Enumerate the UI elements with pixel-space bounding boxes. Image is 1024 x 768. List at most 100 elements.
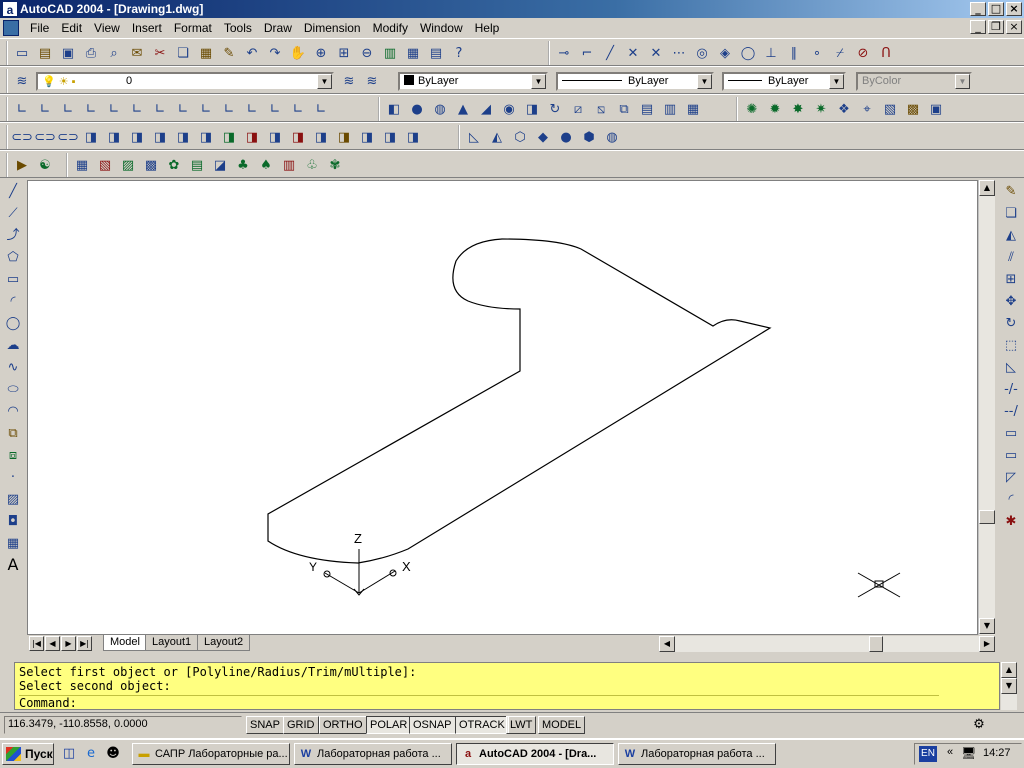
distance-snap-icon[interactable]: ⊸ — [553, 42, 575, 64]
maximize-button[interactable]: □ — [988, 2, 1004, 16]
command-scrollbar[interactable]: ▲ ▼ — [1001, 662, 1017, 710]
move-faces-icon[interactable]: ◨ — [103, 126, 125, 148]
paste-icon[interactable]: ▦ — [195, 42, 217, 64]
next-tab-icon[interactable]: ▶ — [61, 636, 76, 651]
publish-icon[interactable]: ✉ — [126, 42, 148, 64]
fog-icon[interactable]: ▩ — [902, 98, 924, 120]
section-icon[interactable]: ⧅ — [590, 98, 612, 120]
vertical-scroll-thumb[interactable] — [979, 510, 995, 524]
undo-icon[interactable]: ↶ — [241, 42, 263, 64]
move-icon[interactable]: ✥ — [1000, 290, 1022, 312]
insert-block-icon[interactable]: ⧉ — [2, 422, 24, 444]
break-at-point-icon[interactable]: ▭ — [1000, 422, 1022, 444]
landscape-edit-icon[interactable]: ◪ — [209, 154, 231, 176]
print-icon[interactable]: ⎙ — [80, 42, 102, 64]
separate-icon[interactable]: ◨ — [356, 126, 378, 148]
apply-ucs-icon[interactable]: ∟ — [310, 98, 332, 120]
color-edges-icon[interactable]: ◨ — [287, 126, 309, 148]
ortho-toggle[interactable]: ORTHO — [319, 716, 367, 734]
horizontal-scrollbar[interactable]: ◀ ▶ — [659, 636, 995, 652]
offset-icon[interactable]: ⫽ — [1000, 246, 1022, 268]
autocad-app-icon[interactable]: a — [2, 1, 18, 17]
save-icon[interactable]: ▣ — [57, 42, 79, 64]
task-word-2[interactable]: W Лабораторная работа ... — [618, 743, 776, 765]
drawing-area[interactable]: Z Y X — [27, 180, 978, 635]
2d-wireframe-icon[interactable]: ◺ — [463, 126, 485, 148]
scale-icon[interactable]: ⬚ — [1000, 334, 1022, 356]
doc-restore-button[interactable]: ❐ — [988, 20, 1004, 34]
scenes-icon[interactable]: ✹ — [764, 98, 786, 120]
cut-icon[interactable]: ✂ — [149, 42, 171, 64]
design-center-icon[interactable]: ▦ — [402, 42, 424, 64]
internet-explorer-icon[interactable]: e — [82, 745, 100, 763]
intersect-icon[interactable]: ⊂⊃ — [57, 126, 79, 148]
3d-wireframe-icon[interactable]: ◭ — [486, 126, 508, 148]
doc-minimize-button[interactable]: _ — [970, 20, 986, 34]
setup-view-icon[interactable]: ▥ — [659, 98, 681, 120]
mapping-icon[interactable]: ⌖ — [856, 98, 878, 120]
imprint-icon[interactable]: ◨ — [310, 126, 332, 148]
vertical-scrollbar[interactable]: ▲ ▼ — [978, 180, 995, 635]
tangent-snap-icon[interactable]: ◯ — [737, 42, 759, 64]
scroll-up-icon[interactable]: ▲ — [979, 180, 995, 196]
clock[interactable]: 14:27 — [983, 747, 1011, 759]
lineweight-dropdown[interactable]: ByLayer ▼ — [722, 72, 846, 91]
node-snap-icon[interactable]: ∘ — [806, 42, 828, 64]
color-faces-icon[interactable]: ◨ — [241, 126, 263, 148]
scroll-right-icon[interactable]: ▶ — [979, 636, 995, 652]
perpendicular-snap-icon[interactable]: ⊥ — [760, 42, 782, 64]
materials-library-icon[interactable]: ❖ — [833, 98, 855, 120]
close-button[interactable]: × — [1006, 2, 1022, 16]
print-preview-icon[interactable]: ⌕ — [103, 42, 125, 64]
circle-icon[interactable]: ◯ — [2, 312, 24, 334]
extrude-faces-icon[interactable]: ◨ — [80, 126, 102, 148]
gouraud-edges-icon[interactable]: ◍ — [601, 126, 623, 148]
polyline-icon[interactable]: ⤴ — [2, 224, 24, 246]
horizontal-scroll-thumb[interactable] — [869, 636, 883, 652]
rotate-faces-icon[interactable]: ◨ — [172, 126, 194, 148]
z-rotate-ucs-icon[interactable]: ∟ — [287, 98, 309, 120]
document-icon[interactable] — [3, 20, 19, 36]
scroll-down-icon[interactable]: ▼ — [1001, 678, 1017, 694]
lwt-toggle[interactable]: LWT — [506, 716, 537, 734]
properties-icon[interactable]: ▥ — [379, 42, 401, 64]
pan-icon[interactable]: ✋ — [287, 42, 309, 64]
midpoint-snap-icon[interactable]: ╱ — [599, 42, 621, 64]
region-icon[interactable]: ◘ — [2, 510, 24, 532]
chevron-down-icon[interactable]: ▼ — [317, 74, 332, 89]
menu-dimension[interactable]: Dimension — [298, 20, 367, 36]
match-properties-icon[interactable]: ✎ — [218, 42, 240, 64]
communication-center-icon[interactable]: ⚙ — [968, 716, 990, 734]
mirror-icon[interactable]: ◭ — [1000, 224, 1022, 246]
menu-file[interactable]: File — [24, 20, 55, 36]
task-word-1[interactable]: W Лабораторная работа ... — [294, 743, 452, 765]
make-block-icon[interactable]: ⧈ — [2, 444, 24, 466]
menu-help[interactable]: Help — [469, 20, 506, 36]
y-rotate-ucs-icon[interactable]: ∟ — [264, 98, 286, 120]
rotate-icon[interactable]: ↻ — [1000, 312, 1022, 334]
rectangle-icon[interactable]: ▭ — [2, 268, 24, 290]
snap-none-icon[interactable]: ⊘ — [852, 42, 874, 64]
nearest-snap-icon[interactable]: ⌿ — [829, 42, 851, 64]
image-quality-icon[interactable]: ✿ — [163, 154, 185, 176]
ucs-icon[interactable]: ∟ — [11, 98, 33, 120]
background-icon[interactable]: ▧ — [879, 98, 901, 120]
menu-format[interactable]: Format — [168, 20, 218, 36]
revision-cloud-icon[interactable]: ☁ — [2, 334, 24, 356]
flat-edges-icon[interactable]: ⬢ — [578, 126, 600, 148]
statistics-icon[interactable]: ♠ — [255, 154, 277, 176]
array-icon[interactable]: ⊞ — [1000, 268, 1022, 290]
interference-icon[interactable]: ⧉ — [613, 98, 635, 120]
image-clip-icon[interactable]: ▨ — [117, 154, 139, 176]
open-icon[interactable]: ▤ — [34, 42, 56, 64]
scroll-up-icon[interactable]: ▲ — [1001, 662, 1017, 678]
setup-profile-icon[interactable]: ▦ — [682, 98, 704, 120]
view-ucs-icon[interactable]: ∟ — [149, 98, 171, 120]
offset-faces-icon[interactable]: ◨ — [126, 126, 148, 148]
x-rotate-ucs-icon[interactable]: ∟ — [241, 98, 263, 120]
last-tab-icon[interactable]: ▶| — [77, 636, 92, 651]
image-icon[interactable]: ▦ — [71, 154, 93, 176]
model-toggle[interactable]: MODEL — [538, 716, 586, 734]
union-icon[interactable]: ⊂⊃ — [11, 126, 33, 148]
revolve-icon[interactable]: ↻ — [544, 98, 566, 120]
